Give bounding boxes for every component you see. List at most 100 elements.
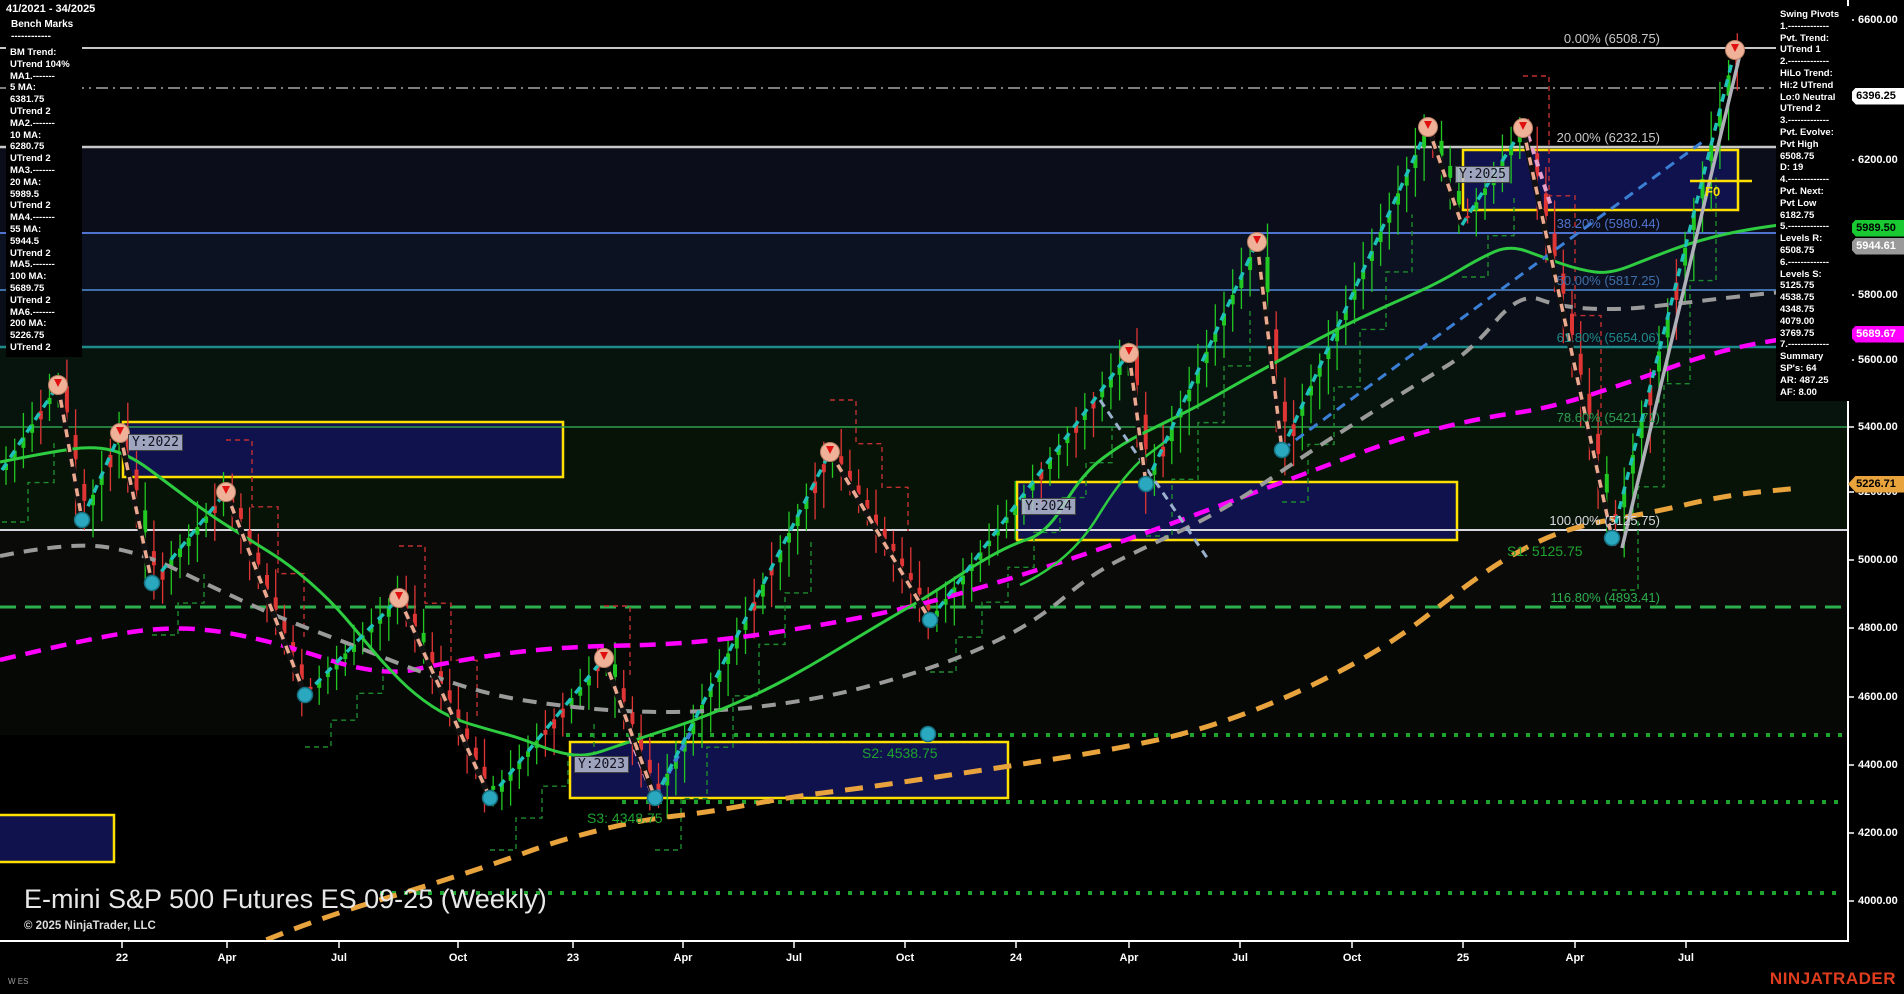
swing-pivots-panel-line: 6508.75 bbox=[1780, 150, 1815, 162]
benchmarks-panel-line: 55 MA: bbox=[10, 223, 42, 235]
benchmarks-divider: ------------ bbox=[11, 31, 51, 42]
price-marker: 5944.61 bbox=[1848, 237, 1904, 255]
svg-text:S2: 4538.75: S2: 4538.75 bbox=[862, 745, 938, 761]
benchmarks-panel-line: UTrend 2 bbox=[10, 200, 51, 212]
swing-pivots-panel-line: Levels R: bbox=[1780, 233, 1823, 245]
time-axis-label: 22 bbox=[115, 952, 129, 964]
swing-pivots-panel-line: Pvt. Next: bbox=[1780, 185, 1824, 197]
time-axis-label: Jul bbox=[786, 952, 802, 964]
price-axis-label: 4400.00 bbox=[1858, 759, 1898, 771]
chart-title: E-mini S&P 500 Futures ES 09-25 (Weekly) bbox=[24, 884, 547, 914]
price-axis-label: 6600.00 bbox=[1858, 14, 1898, 26]
svg-text:F0: F0 bbox=[1705, 184, 1720, 199]
swing-pivots-panel-line: 4.------------- bbox=[1780, 174, 1830, 186]
swing-pivots-panel-line: 3769.75 bbox=[1780, 327, 1815, 339]
swing-pivots-panel-line: 6508.75 bbox=[1780, 244, 1815, 256]
swing-pivots-panel-line: 1.------------- bbox=[1780, 20, 1830, 32]
benchmarks-panel-line: MA5.------- bbox=[10, 259, 55, 271]
swing-pivots-panel-line: 2.------------- bbox=[1780, 56, 1830, 68]
benchmarks-panel-line: 5944.5 bbox=[10, 235, 40, 247]
svg-text:61.80% (5654.06): 61.80% (5654.06) bbox=[1557, 330, 1660, 345]
year-range-box-label[interactable]: Y:2022 bbox=[128, 434, 183, 451]
price-axis-label: 4200.00 bbox=[1858, 827, 1898, 839]
swing-pivots-panel-line: UTrend 2 bbox=[1780, 103, 1821, 115]
benchmarks-panel: BM Trend: UTrend 104% MA1.------- 5 MA: 6381… bbox=[6, 44, 82, 357]
swing-pivots-panel-line: Levels S: bbox=[1780, 268, 1822, 280]
benchmarks-panel-line: 5226.75 bbox=[10, 330, 45, 342]
benchmarks-panel-line: BM Trend: bbox=[10, 47, 57, 58]
time-axis-label: Apr bbox=[217, 952, 237, 964]
swing-pivots-panel-line: UTrend 1 bbox=[1780, 44, 1821, 56]
swing-pivots-panel-line: AR: 487.25 bbox=[1780, 374, 1829, 386]
swing-pivots-panel-line: Summary bbox=[1780, 351, 1824, 363]
swing-pivots-panel-line: 4348.75 bbox=[1780, 303, 1815, 315]
price-chart-canvas[interactable]: 0.00% (6508.75) 20.00% (6232.15) 38.20% (5… bbox=[0, 0, 1904, 994]
svg-text:78.60% (5421.71): 78.60% (5421.71) bbox=[1557, 410, 1660, 425]
benchmarks-panel-line: UTrend 2 bbox=[10, 153, 51, 165]
benchmarks-panel-line: UTrend 2 bbox=[10, 341, 51, 353]
time-axis-label: Oct bbox=[1342, 952, 1362, 964]
copyright-label: © 2025 NinjaTrader, LLC bbox=[24, 920, 156, 932]
price-marker: 5689.67 bbox=[1848, 325, 1904, 343]
svg-text:S3: 4348.75: S3: 4348.75 bbox=[587, 810, 663, 826]
ninjatrader-logo: NINJATRADER bbox=[1769, 969, 1896, 988]
benchmarks-panel-line: 200 MA: bbox=[10, 318, 47, 330]
swing-pivots-panel: Swing Pivots 1.------------- Pvt. Trend: UT… bbox=[1776, 6, 1852, 402]
benchmarks-panel-line: 5 MA: bbox=[10, 82, 36, 94]
swing-pivots-panel-line: 4079.00 bbox=[1780, 315, 1815, 327]
swing-pivots-panel-line: Hi:2 UTrend bbox=[1780, 79, 1834, 91]
svg-text:38.20% (5980.44): 38.20% (5980.44) bbox=[1557, 216, 1660, 231]
benchmarks-panel-line: 5689.75 bbox=[10, 282, 45, 294]
benchmarks-panel-line: 6280.75 bbox=[10, 141, 45, 153]
time-axis-label: Oct bbox=[895, 952, 915, 964]
price-axis-label: 5800.00 bbox=[1858, 289, 1898, 301]
swing-pivots-panel-line: 7.------------- bbox=[1780, 339, 1830, 351]
benchmarks-panel-line: UTrend 104% bbox=[10, 58, 70, 70]
time-axis-label: Jul bbox=[1678, 952, 1694, 964]
benchmarks-title: Bench Marks bbox=[11, 19, 74, 30]
year-range-box-label[interactable]: Y:2025 bbox=[1455, 166, 1510, 183]
time-axis-label: 25 bbox=[1456, 952, 1470, 964]
swing-pivots-panel-line: 5125.75 bbox=[1780, 280, 1815, 292]
svg-text:20.00% (6232.15): 20.00% (6232.15) bbox=[1557, 130, 1660, 145]
price-axis-label: 4600.00 bbox=[1858, 691, 1898, 703]
benchmarks-panel-line: MA2.------- bbox=[10, 117, 55, 129]
year-range-box-label[interactable]: Y:2023 bbox=[574, 756, 629, 773]
time-axis-label: 23 bbox=[566, 952, 580, 964]
swing-pivots-panel-line: 6.------------- bbox=[1780, 256, 1830, 268]
swing-pivots-panel-line: D: 19 bbox=[1780, 162, 1804, 174]
benchmarks-panel-line: UTrend 2 bbox=[10, 105, 51, 117]
benchmarks-panel-line: MA3.------- bbox=[10, 164, 55, 176]
svg-text:100.00% (5125.75): 100.00% (5125.75) bbox=[1549, 513, 1660, 528]
instrument-tag: W ES bbox=[8, 977, 29, 986]
svg-text:116.80% (4893.41): 116.80% (4893.41) bbox=[1550, 590, 1660, 605]
price-axis-label: 6200.00 bbox=[1858, 154, 1898, 166]
benchmarks-panel-line: 20 MA: bbox=[10, 176, 42, 188]
time-axis-label: Oct bbox=[448, 952, 468, 964]
benchmarks-panel-line: 5989.5 bbox=[10, 188, 40, 200]
benchmarks-panel-line: UTrend 2 bbox=[10, 294, 51, 306]
price-marker: 5989.50 bbox=[1848, 219, 1904, 237]
year-range-box-label[interactable]: Y:2024 bbox=[1021, 498, 1076, 515]
date-range-label: 41/2021 - 34/2025 bbox=[6, 3, 96, 15]
swing-pivots-panel-line: Pvt Low bbox=[1780, 197, 1817, 209]
benchmarks-panel-line: MA6.------- bbox=[10, 306, 55, 318]
time-axis-label: 24 bbox=[1009, 952, 1023, 964]
swing-pivots-panel-line: Pvt. Trend: bbox=[1780, 32, 1830, 44]
swing-pivots-panel-line: Lo:0 Neutral bbox=[1780, 91, 1836, 103]
benchmarks-panel-line: MA1.------- bbox=[10, 70, 55, 82]
swing-pivots-panel-line: HiLo Trend: bbox=[1780, 67, 1833, 79]
price-axis-label: 4000.00 bbox=[1858, 895, 1898, 907]
price-axis-label: 4800.00 bbox=[1858, 622, 1898, 634]
price-axis-label: 5600.00 bbox=[1858, 354, 1898, 366]
svg-text:50.00% (5817.25): 50.00% (5817.25) bbox=[1557, 273, 1660, 288]
swing-pivots-panel-line: Pvt. Evolve: bbox=[1780, 126, 1834, 138]
price-axis-label: 5400.00 bbox=[1858, 421, 1898, 433]
swing-pivots-panel-line: Pvt High bbox=[1780, 138, 1819, 150]
time-axis-label: Apr bbox=[1565, 952, 1585, 964]
benchmarks-panel-line: 100 MA: bbox=[10, 271, 47, 283]
swing-pivots-panel-line: AF: 8.00 bbox=[1780, 386, 1817, 398]
swing-pivots-panel-line: 4538.75 bbox=[1780, 292, 1815, 304]
price-marker: 5226.71 bbox=[1848, 475, 1904, 493]
benchmarks-panel-line: UTrend 2 bbox=[10, 247, 51, 259]
